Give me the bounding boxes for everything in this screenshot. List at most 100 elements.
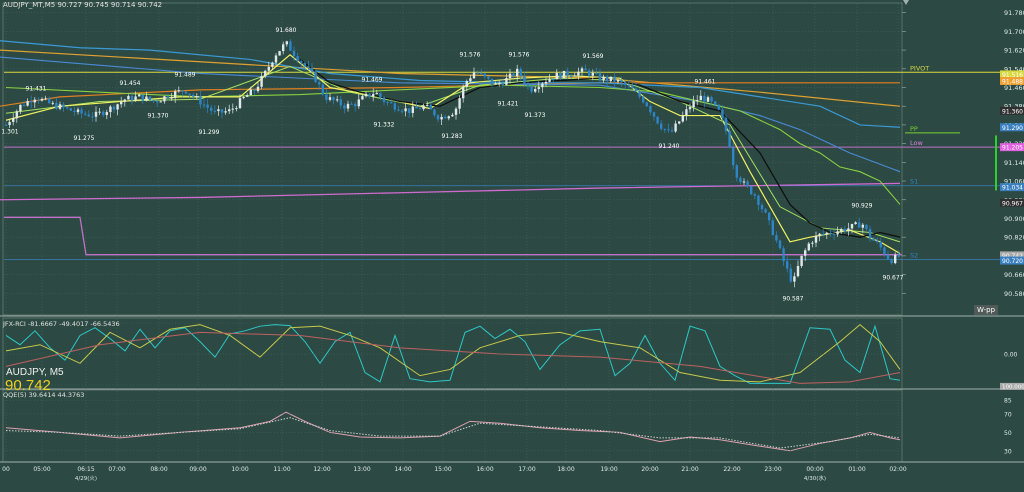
price-annotation: 91.240 — [659, 143, 680, 150]
rci-series-line — [5, 331, 901, 384]
candle-body — [631, 85, 634, 89]
candle-body — [512, 73, 515, 77]
candle-body — [602, 76, 605, 81]
candle-body — [717, 104, 720, 110]
candle-body — [825, 232, 828, 235]
candle-body — [685, 109, 688, 116]
candle-body — [444, 116, 447, 119]
candle-body — [764, 209, 767, 213]
candle-body — [728, 130, 731, 148]
candle-body — [710, 97, 713, 102]
candle-body — [577, 71, 580, 76]
y-tick-label: 91.620 — [1004, 47, 1024, 55]
candle-body — [289, 41, 292, 51]
candle-body — [436, 115, 440, 120]
candle-body — [897, 254, 900, 257]
candle-body — [750, 186, 753, 195]
candle-body — [591, 72, 594, 76]
price-annotation: 91.373 — [525, 112, 546, 119]
candle-body — [202, 104, 206, 106]
candle-body — [400, 110, 404, 112]
candle-body — [375, 93, 378, 95]
qqe-tick-label: 30 — [1004, 448, 1012, 455]
price-annotation: 91.576 — [460, 51, 481, 58]
candle-body — [408, 108, 411, 113]
candle-body — [253, 89, 256, 92]
candle-body — [562, 70, 566, 79]
candle-body — [760, 204, 764, 210]
candle-body — [310, 67, 314, 72]
candle-body — [138, 94, 141, 97]
price-annotation: 91.454 — [120, 80, 141, 87]
candle-body — [217, 109, 220, 112]
y-tick-label: 91.700 — [1004, 28, 1024, 36]
candle-body — [742, 181, 746, 183]
candle-body — [721, 109, 724, 118]
time-axis-label: 09:00 — [189, 466, 206, 473]
candle-body — [418, 108, 422, 110]
candle-body — [454, 108, 458, 115]
candle-body — [883, 247, 886, 255]
rci-series-line — [5, 323, 901, 383]
candle-body — [285, 41, 288, 45]
time-axis-label: 10:00 — [231, 466, 248, 473]
candle-body — [224, 111, 227, 113]
candle-body — [768, 212, 771, 221]
candle-body — [624, 82, 627, 85]
candle-body — [656, 116, 659, 124]
candle-body — [519, 68, 522, 77]
candle-body — [580, 68, 584, 72]
candle-body — [109, 106, 112, 113]
time-axis-label: 23:00 — [764, 466, 781, 473]
candle-body — [840, 229, 843, 232]
candle-body — [696, 100, 699, 102]
candle-body — [483, 73, 486, 77]
candle-body — [778, 240, 782, 249]
candle-body — [321, 84, 324, 95]
candle-body — [123, 99, 126, 102]
candle-body — [476, 72, 479, 74]
candle-body — [433, 109, 436, 116]
candle-body — [850, 224, 854, 229]
candle-body — [37, 99, 40, 101]
candle-body — [397, 109, 400, 111]
qqe-series-line — [5, 411, 901, 452]
candle-body — [300, 61, 303, 64]
price-annotation: 91.299 — [199, 129, 220, 136]
time-axis-label: 08:00 — [150, 466, 167, 473]
candle-body — [836, 231, 839, 235]
candle-body — [292, 50, 296, 57]
candle-body — [854, 222, 857, 225]
candle-body — [372, 94, 375, 97]
candle-body — [44, 98, 47, 100]
candle-body — [33, 99, 36, 103]
candle-body — [379, 93, 382, 98]
candle-body — [249, 89, 252, 96]
candle-body — [588, 70, 591, 76]
price-annotation: 91.431 — [26, 85, 47, 92]
candle-body — [148, 96, 152, 101]
candle-body — [364, 93, 368, 97]
candle-body — [634, 88, 638, 92]
candle-body — [771, 220, 774, 236]
time-axis-label: 15:00 — [434, 466, 451, 473]
candle-body — [858, 222, 861, 228]
candle-body — [573, 75, 576, 77]
candle-body — [246, 95, 249, 97]
candle-body — [368, 93, 371, 97]
price-tag-label: 91.360 — [1002, 108, 1023, 115]
y-tick-label: 90.900 — [1004, 215, 1024, 223]
candle-body — [188, 93, 191, 95]
candle-body — [822, 233, 825, 235]
candle-body — [678, 121, 681, 124]
candle-body — [228, 109, 231, 112]
candle-body — [48, 98, 51, 104]
candle-body — [220, 109, 224, 113]
candle-body — [814, 236, 818, 243]
time-axis-label: 00 — [2, 466, 10, 473]
level-label: PP — [910, 125, 918, 133]
candle-body — [145, 96, 148, 101]
candle-body — [570, 75, 573, 77]
candle-body — [127, 95, 130, 100]
candle-body — [541, 83, 544, 88]
